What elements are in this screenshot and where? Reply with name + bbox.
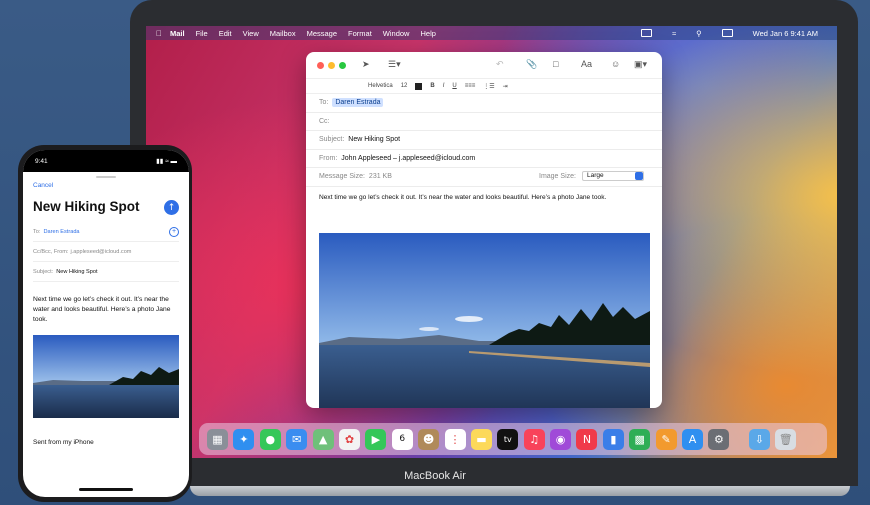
arrow-up-icon: ↑	[167, 202, 176, 213]
dock: ▦ ✦ ● ✉ ▲ ✿ ▶ 6 ☻ ⋮ ▬ tv ♫ ◉ N ▮ ▩ ✎ A ⚙…	[199, 423, 827, 455]
photo-browser-icon[interactable]: ▣▾	[634, 59, 647, 70]
control-center-icon[interactable]	[721, 29, 733, 37]
menu-help[interactable]: Help	[420, 29, 435, 38]
menu-mailbox[interactable]: Mailbox	[270, 29, 296, 38]
message-body[interactable]: Next time we go let’s check it out. It’s…	[306, 187, 662, 207]
music-icon[interactable]: ♫	[523, 428, 545, 450]
message-body[interactable]: Next time we go let’s check it out. It’s…	[33, 295, 183, 324]
menu-view[interactable]: View	[243, 29, 259, 38]
from-field[interactable]: Cc/Bcc, From: j.appleseed@icloud.com	[33, 242, 179, 262]
recipient-token[interactable]: Daren Estrada	[332, 98, 384, 108]
mac-screen:  Mail File Edit View Mailbox Message Fo…	[146, 26, 837, 458]
keynote-icon[interactable]: ▮	[602, 428, 624, 450]
subject-field[interactable]: Subject: New Hiking Spot	[33, 262, 179, 282]
compose-title: New Hiking Spot	[33, 199, 140, 214]
compose-toolbar: ➤ ☰▾ ↶ 📎 □ Aa ☺ ▣▾	[306, 52, 662, 79]
app-store-icon[interactable]: A	[682, 428, 704, 450]
to-field[interactable]: To: Daren Estrada +	[33, 222, 179, 242]
markup-icon[interactable]: □	[553, 59, 558, 69]
safari-icon[interactable]: ✦	[233, 428, 255, 450]
image-size-select[interactable]: Large	[581, 171, 644, 181]
reminders-icon[interactable]: ⋮	[444, 428, 466, 450]
format-bar: Helvetica 12 B I U ≡≡≡ ⋮☰ ⇥	[306, 79, 662, 94]
menu-format[interactable]: Format	[348, 29, 372, 38]
trash-icon[interactable]: 🗑	[775, 428, 797, 450]
news-icon[interactable]: N	[576, 428, 598, 450]
photos-icon[interactable]: ✿	[338, 428, 360, 450]
menu-extras: ≈ ⚲ Wed Jan 6 9:41 AM	[641, 26, 829, 40]
menu-file[interactable]: File	[196, 29, 208, 38]
font-select[interactable]: Helvetica	[368, 83, 393, 89]
maps-icon[interactable]: ▲	[312, 428, 334, 450]
messages-icon[interactable]: ●	[259, 428, 281, 450]
subject-field[interactable]: Subject: New Hiking Spot	[306, 131, 662, 150]
signature: Sent from my iPhone	[33, 439, 94, 446]
system-preferences-icon[interactable]: ⚙	[708, 428, 730, 450]
calendar-icon[interactable]: 6	[391, 428, 413, 450]
menu-edit[interactable]: Edit	[219, 29, 232, 38]
phone-time: 9:41	[35, 157, 48, 165]
apple-icon[interactable]: 	[156, 29, 162, 38]
downloads-folder-icon[interactable]: ⇩	[748, 428, 770, 450]
format-icon[interactable]: Aa	[581, 59, 592, 69]
sheet-handle[interactable]	[96, 176, 116, 178]
indent-icon[interactable]: ⇥	[503, 83, 508, 90]
menu-window[interactable]: Window	[383, 29, 410, 38]
numbers-icon[interactable]: ▩	[629, 428, 651, 450]
bold-icon[interactable]: B	[430, 83, 434, 89]
minimize-button[interactable]	[328, 61, 335, 69]
status-bar: 9:41 ▮▮ ≈ ▬	[23, 150, 189, 172]
facetime-icon[interactable]: ▶	[365, 428, 387, 450]
italic-icon[interactable]: I	[443, 83, 445, 89]
launchpad-icon[interactable]: ▦	[207, 428, 228, 450]
message-size-row: Message Size: 231 KB Image Size: Large	[306, 168, 662, 187]
list-icon[interactable]: ⋮☰	[483, 83, 494, 90]
lake-photo	[319, 233, 650, 408]
podcasts-icon[interactable]: ◉	[550, 428, 572, 450]
align-icon[interactable]: ≡≡≡	[465, 83, 476, 89]
pages-icon[interactable]: ✎	[655, 428, 677, 450]
lake-photo	[33, 335, 179, 418]
emoji-icon[interactable]: ☺	[611, 59, 620, 69]
font-size-select[interactable]: 12	[401, 83, 408, 89]
cc-field[interactable]: Cc:	[306, 113, 662, 131]
iphone-screen: 9:41 ▮▮ ≈ ▬ Cancel New Hiking Spot ↑ To:…	[23, 150, 189, 497]
mail-icon[interactable]: ✉	[286, 428, 308, 450]
chevron-updown-icon	[634, 172, 643, 180]
underline-icon[interactable]: U	[452, 83, 456, 89]
home-indicator[interactable]	[79, 488, 133, 491]
contacts-icon[interactable]: ☻	[418, 428, 440, 450]
header-fields-icon[interactable]: ☰▾	[388, 59, 401, 70]
send-button[interactable]: ↑	[164, 200, 179, 215]
reply-icon[interactable]: ↶	[496, 59, 504, 70]
from-field[interactable]: From: John Appleseed – j.appleseed@iclou…	[306, 150, 662, 168]
tv-icon[interactable]: tv	[497, 428, 519, 450]
battery-icon[interactable]	[641, 29, 653, 37]
to-field[interactable]: To: Daren Estrada	[306, 94, 662, 113]
menu-bar:  Mail File Edit View Mailbox Message Fo…	[146, 26, 837, 40]
signal-wifi-battery-icon: ▮▮ ≈ ▬	[156, 158, 177, 165]
attachment-icon[interactable]: 📎	[526, 59, 537, 70]
menu-message[interactable]: Message	[307, 29, 337, 38]
image-size-control: Image Size: Large	[539, 171, 649, 181]
cancel-button[interactable]: Cancel	[33, 182, 53, 189]
color-swatch[interactable]	[415, 82, 423, 90]
notes-icon[interactable]: ▬	[470, 428, 492, 450]
menu-app[interactable]: Mail	[170, 29, 185, 38]
compose-window: ➤ ☰▾ ↶ 📎 □ Aa ☺ ▣▾ Helvetica 12 B I U ≡≡…	[306, 52, 662, 408]
wifi-icon[interactable]: ≈	[672, 29, 676, 38]
clock[interactable]: Wed Jan 6 9:41 AM	[753, 29, 818, 38]
send-icon[interactable]: ➤	[362, 59, 370, 70]
add-recipient-icon[interactable]: +	[169, 227, 179, 237]
zoom-button[interactable]	[339, 61, 346, 69]
search-icon[interactable]: ⚲	[696, 29, 702, 38]
close-button[interactable]	[317, 61, 324, 69]
macbook-base	[190, 486, 850, 496]
